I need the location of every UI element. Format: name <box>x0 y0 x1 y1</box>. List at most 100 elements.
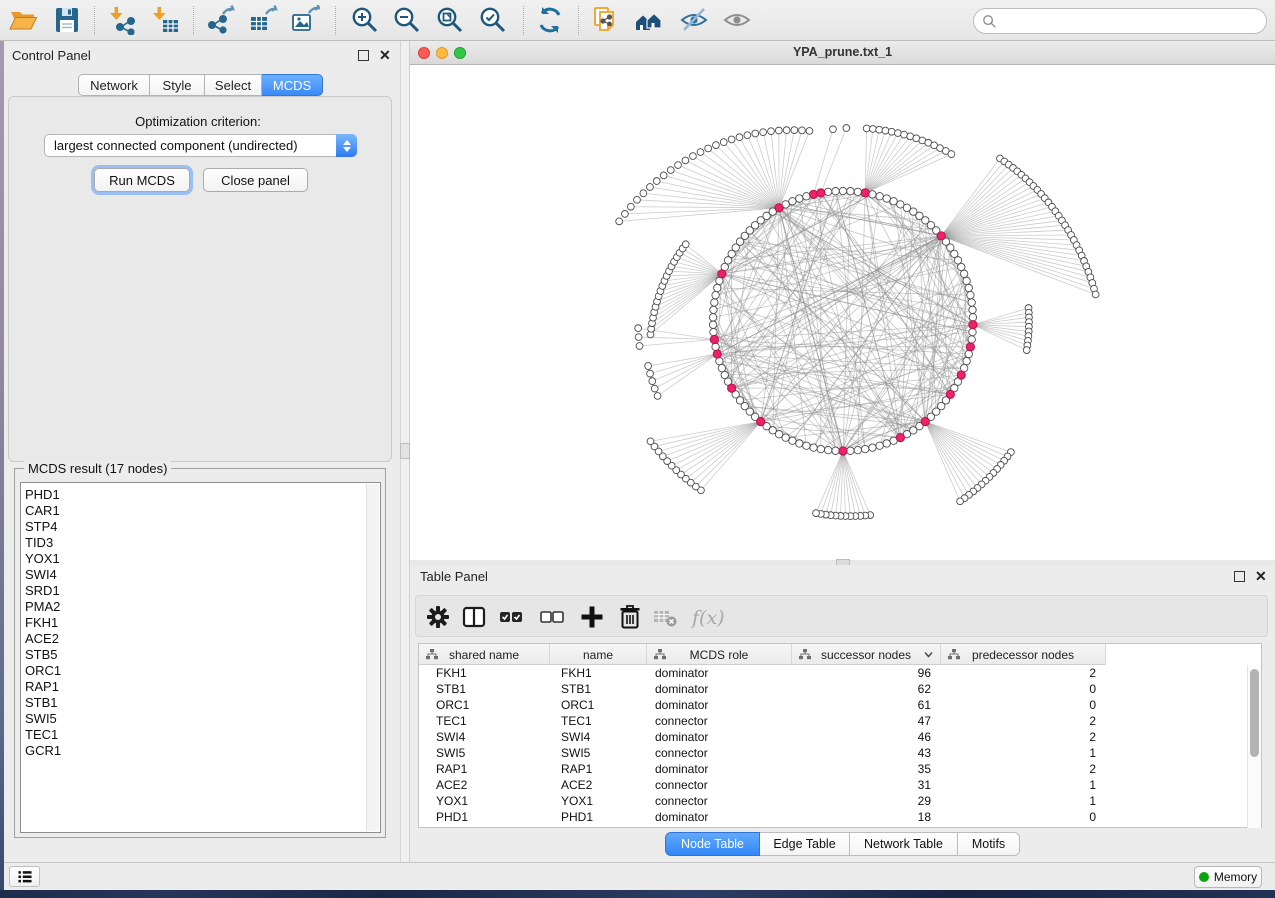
unselect-all-columns-icon[interactable] <box>539 604 565 630</box>
table-scrollbar[interactable] <box>1247 665 1261 828</box>
memory-button[interactable]: Memory <box>1194 866 1262 888</box>
table-cell: 46 <box>792 729 941 745</box>
table-cell: 0 <box>941 809 1106 825</box>
mcds-result-item[interactable]: ACE2 <box>25 631 380 647</box>
toolbar-separator <box>335 6 336 35</box>
table-cell: RAP1 <box>419 761 550 777</box>
table-scrollbar-thumb[interactable] <box>1250 669 1259 757</box>
copy-network-icon[interactable] <box>590 5 620 35</box>
import-table-icon[interactable] <box>150 5 180 35</box>
table-row[interactable]: ORC1ORC1dominator610 <box>419 697 1261 713</box>
search-input[interactable] <box>973 8 1267 34</box>
table-row[interactable]: FKH1FKH1dominator962 <box>419 665 1261 681</box>
node-table[interactable]: shared name nameMCDS rolesuccessor nodes p… <box>418 643 1262 828</box>
open-file-icon[interactable] <box>8 5 38 35</box>
export-table-icon[interactable] <box>248 5 278 35</box>
mcds-result-item[interactable]: YOX1 <box>25 551 380 567</box>
column-header-name[interactable]: name <box>550 644 647 665</box>
table-cell: ORC1 <box>419 697 550 713</box>
table-row[interactable]: ACE2ACE2connector311 <box>419 777 1261 793</box>
tab-edge-table[interactable]: Edge Table <box>760 832 850 856</box>
mcds-result-item[interactable]: FKH1 <box>25 615 380 631</box>
table-cell: dominator <box>647 809 792 825</box>
import-network-icon[interactable] <box>107 5 137 35</box>
close-panel-icon[interactable]: ✕ <box>1255 571 1267 582</box>
show-all-icon[interactable] <box>722 5 752 35</box>
column-header-shared-name[interactable]: shared name <box>419 644 550 665</box>
table-cell: connector <box>647 713 792 729</box>
mcds-result-item[interactable]: CAR1 <box>25 503 380 519</box>
zoom-out-icon[interactable] <box>392 5 422 35</box>
table-row[interactable]: RAP1RAP1dominator352 <box>419 761 1261 777</box>
tab-mcds[interactable]: MCDS <box>262 74 323 96</box>
export-network-icon[interactable] <box>206 5 236 35</box>
toolbar-separator <box>523 6 524 35</box>
float-panel-icon[interactable] <box>1234 571 1245 582</box>
table-settings-icon[interactable] <box>425 604 451 630</box>
mcds-result-item[interactable]: SWI4 <box>25 567 380 583</box>
table-row[interactable]: PHD1PHD1dominator180 <box>419 809 1261 825</box>
mcds-result-item[interactable]: PHD1 <box>25 487 380 503</box>
column-label: predecessor nodes <box>972 648 1074 662</box>
mcds-result-item[interactable]: STB1 <box>25 695 380 711</box>
mcds-result-item[interactable]: TEC1 <box>25 727 380 743</box>
zoom-fit-icon[interactable] <box>435 5 465 35</box>
table-row[interactable]: SWI5SWI5connector431 <box>419 745 1261 761</box>
table-cell: 2 <box>941 729 1106 745</box>
zoom-selected-icon[interactable] <box>478 5 508 35</box>
hide-selected-icon[interactable] <box>679 5 709 35</box>
table-cell: RAP1 <box>550 761 647 777</box>
list-scrollbar[interactable] <box>366 484 379 831</box>
run-mcds-button[interactable]: Run MCDS <box>94 168 190 192</box>
tab-network-table[interactable]: Network Table <box>850 832 958 856</box>
mcds-result-list[interactable]: PHD1CAR1STP4TID3YOX1SWI4SRD1PMA2FKH1ACE2… <box>20 482 381 833</box>
tab-select[interactable]: Select <box>205 74 262 96</box>
tab-node-table[interactable]: Node Table <box>665 832 760 856</box>
mcds-result-item[interactable]: ORC1 <box>25 663 380 679</box>
column-header-MCDS-role[interactable]: MCDS role <box>647 644 792 665</box>
mcds-result-item[interactable]: SWI5 <box>25 711 380 727</box>
mcds-result-item[interactable]: STB5 <box>25 647 380 663</box>
table-row[interactable]: TEC1TEC1connector472 <box>419 713 1261 729</box>
column-header-successor-nodes[interactable]: successor nodes <box>792 644 941 665</box>
table-cell: PHD1 <box>419 809 550 825</box>
refresh-view-icon[interactable] <box>535 5 565 35</box>
first-neighbors-icon[interactable] <box>634 5 664 35</box>
column-header-predecessor-nodes[interactable]: predecessor nodes <box>941 644 1106 665</box>
tab-style[interactable]: Style <box>150 74 205 96</box>
mcds-result-item[interactable]: GCR1 <box>25 743 380 759</box>
tab-motifs[interactable]: Motifs <box>958 832 1020 856</box>
save-session-icon[interactable] <box>52 5 82 35</box>
close-panel-icon[interactable]: ✕ <box>379 50 391 61</box>
show-panels-button[interactable] <box>9 866 40 887</box>
table-row[interactable]: YOX1YOX1connector291 <box>419 793 1261 809</box>
show-columns-icon[interactable] <box>461 604 487 630</box>
close-panel-button[interactable]: Close panel <box>203 168 308 192</box>
table-row[interactable]: SWI4SWI4dominator462 <box>419 729 1261 745</box>
delete-columns-icon[interactable] <box>617 604 643 630</box>
mcds-result-item[interactable]: RAP1 <box>25 679 380 695</box>
float-panel-icon[interactable] <box>358 50 369 61</box>
table-cell: SWI4 <box>550 729 647 745</box>
mcds-result-item[interactable]: STP4 <box>25 519 380 535</box>
table-cell: dominator <box>647 761 792 777</box>
zoom-in-icon[interactable] <box>350 5 380 35</box>
optimization-criterion-value: largest connected component (undirected) <box>45 138 336 153</box>
control-panel-tabs: NetworkStyleSelectMCDS <box>78 74 323 96</box>
status-bar <box>4 862 1275 890</box>
select-all-columns-icon[interactable] <box>498 604 524 630</box>
table-row[interactable]: STB1STB1dominator620 <box>419 681 1261 697</box>
tab-network[interactable]: Network <box>78 74 150 96</box>
network-graph[interactable] <box>410 65 1275 560</box>
create-column-icon[interactable] <box>579 604 605 630</box>
table-cell: 43 <box>792 745 941 761</box>
table-cell: connector <box>647 777 792 793</box>
mcds-result-item[interactable]: TID3 <box>25 535 380 551</box>
vertical-split-handle[interactable] <box>400 443 410 459</box>
mcds-result-item[interactable]: PMA2 <box>25 599 380 615</box>
export-image-icon[interactable] <box>290 5 320 35</box>
network-view-canvas[interactable] <box>410 41 1275 560</box>
optimization-criterion-select[interactable]: largest connected component (undirected) <box>44 134 357 157</box>
mcds-result-item[interactable]: SRD1 <box>25 583 380 599</box>
column-label: shared name <box>449 648 519 662</box>
